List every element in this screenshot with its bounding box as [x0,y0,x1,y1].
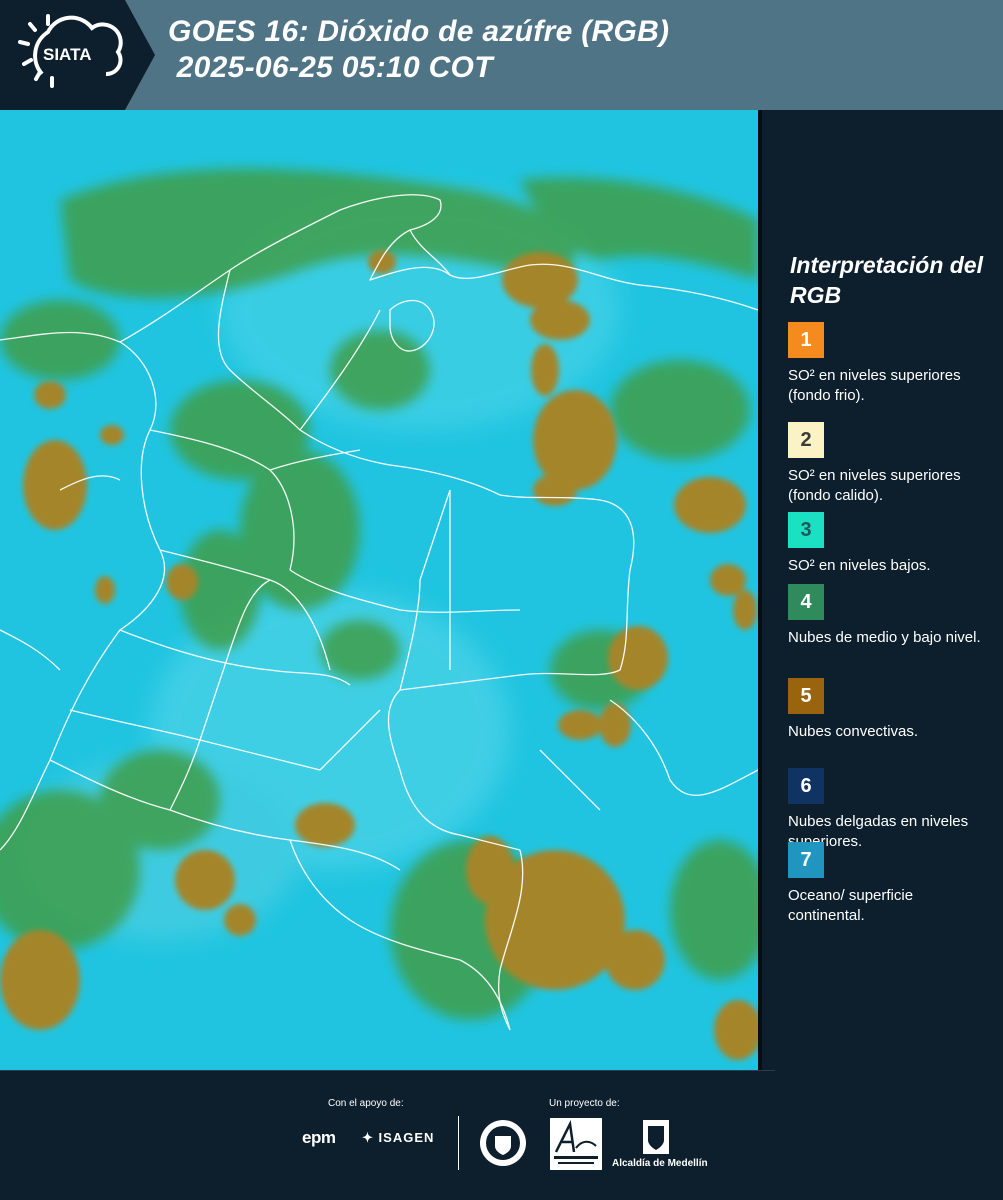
legend-swatch: 3 [788,512,824,548]
header-bar: SIATA GOES 16: Dióxido de azúfre (RGB) 2… [0,0,1003,110]
title-line-2: 2025-06-25 05:10 COT [168,51,493,84]
footer-vertical-divider [458,1116,459,1170]
support-label: Con el apoyo de: [328,1098,404,1109]
isagen-logo: ✦ ISAGEN [362,1130,434,1146]
legend-item: 5 Nubes convectivas. [788,678,988,742]
alcaldia-shield-icon [641,1118,671,1161]
legend-title: Interpretación del RGB [790,252,983,308]
legend-swatch: 5 [788,678,824,714]
legend-label: Nubes convectivas. [788,723,919,740]
satellite-map[interactable] [0,110,760,1070]
legend-item: 2 SO² en niveles superiores (fondo calido… [788,422,988,506]
legend-label: Oceano/ superficie continental. [788,887,914,924]
legend-panel: Interpretación del RGB 1 SO² en niveles s… [762,110,1003,1070]
footer: Con el apoyo de: Un proyecto de: epm ✦ I… [0,1070,1003,1200]
legend-label: SO² en niveles superiores (fondo calido)… [788,467,961,504]
isagen-icon: ✦ [362,1130,374,1145]
legend-swatch: 6 [788,768,824,804]
legend-swatch: 7 [788,842,824,878]
area-metropolitana-logo [550,1118,602,1175]
title-line-1: GOES 16: Dióxido de azúfre (RGB) [168,15,670,48]
legend-swatch: 4 [788,584,824,620]
legend-item: 7 Oceano/ superficie continental. [788,842,988,926]
legend-swatch: 2 [788,422,824,458]
legend-item: 6 Nubes delgadas en niveles superiores. [788,768,988,852]
siata-logo: SIATA [0,0,155,110]
page-title: GOES 16: Dióxido de azúfre (RGB) 2025-06… [168,14,669,86]
alcaldia-text: Alcaldía de Medellín [612,1158,708,1169]
medellin-seal [478,1118,528,1173]
legend-label: Nubes de medio y bajo nivel. [788,629,981,646]
legend-item: 1 SO² en niveles superiores (fondo frio). [788,322,988,406]
legend-swatch: 1 [788,322,824,358]
legend-label: SO² en niveles superiores (fondo frio). [788,367,961,404]
legend-item: 3 SO² en niveles bajos. [788,512,988,576]
footer-divider [0,1070,775,1071]
isagen-text: ISAGEN [378,1130,435,1145]
project-label: Un proyecto de: [549,1098,620,1109]
epm-logo: epm [302,1128,336,1147]
goes-rgb-image [0,110,760,1070]
legend-label: SO² en niveles bajos. [788,557,931,574]
logo-text: SIATA [43,45,91,64]
legend-item: 4 Nubes de medio y bajo nivel. [788,584,988,648]
